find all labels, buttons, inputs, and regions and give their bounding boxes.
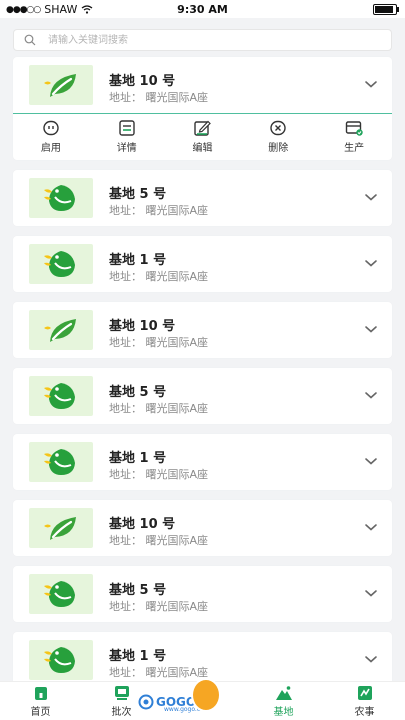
tab-base[interactable]: 基地 (243, 682, 324, 720)
fish-icon (44, 449, 75, 475)
mountain-icon (275, 685, 292, 700)
base-address: 地址： 曙光国际A座 (109, 600, 209, 613)
fish-icon (44, 251, 75, 277)
base-name: 基地 10 号 (109, 319, 176, 334)
base-name: 基地 1 号 (109, 451, 167, 466)
base-name: 基地 5 号 (109, 385, 167, 400)
chevron-down-icon (365, 656, 377, 663)
base-thumbnail (29, 376, 93, 416)
fish-icon (44, 185, 75, 211)
base-card-header[interactable]: 基地 1 号 地址： 曙光国际A座 (13, 236, 392, 292)
delete-action-label: 删除 (268, 143, 289, 154)
search-bar[interactable] (13, 29, 392, 51)
tab-home-label: 首页 (30, 706, 51, 718)
chevron-down-icon (365, 81, 377, 88)
base-card[interactable]: 基地 5 号 地址： 曙光国际A座 (13, 170, 392, 226)
base-card[interactable]: 基地 5 号 地址： 曙光国际A座 (13, 566, 392, 622)
power-icon (43, 120, 59, 136)
base-card-header[interactable]: 基地 10 号 地址： 曙光国际A座 (13, 57, 392, 113)
details-icon (118, 120, 135, 136)
produce-icon (345, 121, 363, 136)
card-action-bar: 启用 详情 编辑 删除 生产 (13, 113, 392, 160)
base-card[interactable]: 基地 1 号 地址： 曙光国际A座 (13, 434, 392, 490)
base-list: 基地 10 号 地址： 曙光国际A座 启用 详情 编辑 删除 生产 基地 5 号 地址：… (13, 57, 392, 698)
base-thumbnail (29, 442, 93, 482)
base-card-header[interactable]: 基地 10 号 地址： 曙光国际A座 (13, 302, 392, 358)
produce-action-label: 生产 (344, 143, 365, 154)
chevron-down-icon (365, 194, 377, 201)
chevron-down-icon (365, 458, 377, 465)
fish-icon (44, 383, 75, 409)
base-address: 地址： 曙光国际A座 (109, 270, 209, 283)
chevron-down-icon (365, 524, 377, 531)
status-bar: ●●●○○ SHAW 9:30 AM (0, 0, 405, 18)
watermark-badge-icon (191, 678, 221, 712)
battery-icon (373, 4, 399, 15)
base-thumbnail (29, 310, 93, 350)
base-card-header[interactable]: 基地 5 号 地址： 曙光国际A座 (13, 170, 392, 226)
base-thumbnail (29, 640, 93, 680)
base-card[interactable]: 基地 10 号 地址： 曙光国际A座 (13, 500, 392, 556)
chevron-down-icon (365, 260, 377, 267)
base-name: 基地 5 号 (109, 187, 167, 202)
base-name: 基地 1 号 (109, 649, 167, 664)
base-thumbnail (29, 574, 93, 614)
chevron-down-icon (365, 326, 377, 333)
tab-farm[interactable]: 农事 (324, 682, 405, 720)
base-address: 地址： 曙光国际A座 (109, 336, 209, 349)
leaf-icon (44, 74, 76, 97)
base-card[interactable]: 基地 1 号 地址： 曙光国际A座 (13, 236, 392, 292)
tab-batch-label: 批次 (111, 706, 132, 718)
base-card-header[interactable]: 基地 5 号 地址： 曙光国际A座 (13, 566, 392, 622)
enable-action[interactable]: 启用 (21, 120, 81, 154)
base-address: 地址： 曙光国际A座 (109, 402, 209, 415)
base-address: 地址： 曙光国际A座 (109, 666, 209, 679)
base-address: 地址： 曙光国际A座 (109, 534, 209, 547)
search-input[interactable] (46, 33, 370, 47)
status-time: 9:30 AM (177, 3, 228, 16)
watermark-swirl-icon (138, 694, 154, 710)
base-name: 基地 5 号 (109, 583, 167, 598)
base-name: 基地 10 号 (109, 74, 176, 89)
details-action-label: 详情 (116, 143, 137, 154)
base-card-header[interactable]: 基地 1 号 地址： 曙光国际A座 (13, 434, 392, 490)
base-card-header[interactable]: 基地 10 号 地址： 曙光国际A座 (13, 500, 392, 556)
base-thumbnail (29, 178, 93, 218)
base-thumbnail (29, 244, 93, 284)
delete-icon (270, 120, 286, 136)
chevron-down-icon (365, 392, 377, 399)
farm-icon (357, 685, 372, 700)
watermark-logo: GOGO www.gogo.cn (138, 678, 221, 716)
delete-action[interactable]: 删除 (248, 120, 308, 154)
tab-home[interactable]: 首页 (0, 682, 81, 720)
tab-base-label: 基地 (273, 706, 294, 718)
base-name: 基地 10 号 (109, 517, 176, 532)
details-action[interactable]: 详情 (97, 120, 157, 154)
tab-farm-label: 农事 (354, 706, 375, 718)
base-card[interactable]: 基地 5 号 地址： 曙光国际A座 (13, 368, 392, 424)
base-address: 地址： 曙光国际A座 (109, 468, 209, 481)
enable-action-label: 启用 (40, 143, 61, 154)
fish-icon (44, 581, 75, 607)
base-thumbnail (29, 508, 93, 548)
edit-action[interactable]: 编辑 (172, 120, 232, 154)
base-thumbnail (29, 65, 93, 105)
home-icon (34, 686, 47, 700)
leaf-icon (44, 319, 76, 342)
chevron-down-icon (365, 590, 377, 597)
base-card[interactable]: 基地 10 号 地址： 曙光国际A座 (13, 302, 392, 358)
produce-action[interactable]: 生产 (324, 120, 384, 154)
base-address: 地址： 曙光国际A座 (109, 204, 209, 217)
search-icon (24, 34, 36, 46)
batch-icon (114, 685, 129, 700)
fish-icon (44, 647, 75, 673)
base-address: 地址： 曙光国际A座 (109, 91, 209, 104)
base-card-header[interactable]: 基地 5 号 地址： 曙光国际A座 (13, 368, 392, 424)
edit-icon (194, 120, 212, 136)
leaf-icon (44, 517, 76, 540)
edit-action-label: 编辑 (192, 143, 213, 154)
base-name: 基地 1 号 (109, 253, 167, 268)
base-card[interactable]: 基地 10 号 地址： 曙光国际A座 启用 详情 编辑 删除 生产 (13, 57, 392, 160)
